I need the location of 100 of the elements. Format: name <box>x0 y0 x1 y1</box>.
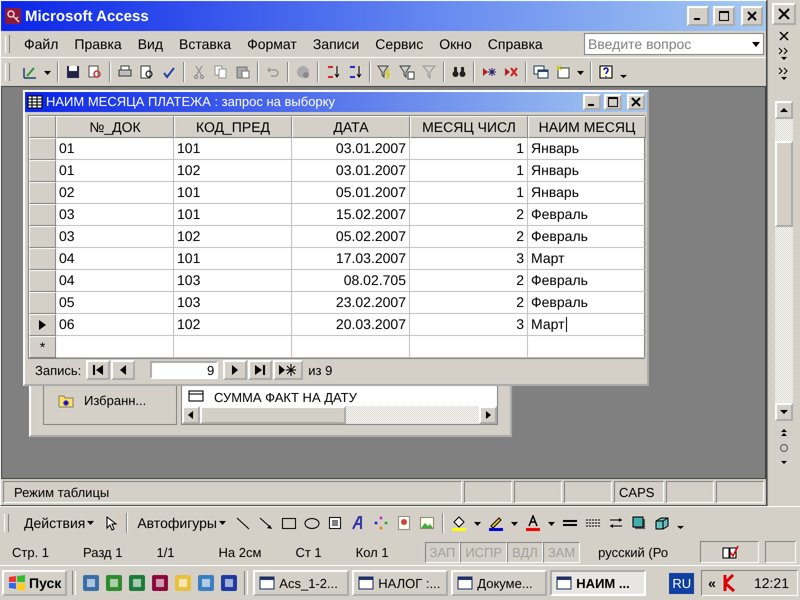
ellipse-icon[interactable] <box>304 515 320 531</box>
copy-icon[interactable] <box>213 64 229 80</box>
column-header[interactable]: №_ДОК <box>56 116 174 138</box>
funnel-form-icon[interactable] <box>399 64 415 80</box>
funnel-lightning-icon[interactable] <box>377 64 393 80</box>
chevron-icon[interactable] <box>778 47 790 61</box>
menu-item[interactable]: Формат <box>239 34 305 54</box>
fill-color-icon[interactable] <box>451 515 467 531</box>
maximize-button[interactable] <box>604 94 622 110</box>
app-icon[interactable] <box>81 573 102 593</box>
clipart-icon[interactable] <box>396 515 412 531</box>
arrow-icon[interactable] <box>258 515 274 531</box>
autoshapes-menu-button[interactable]: Автофигуры <box>135 513 228 533</box>
left-arrow-icon[interactable] <box>187 410 195 420</box>
windows-icon[interactable] <box>533 64 549 80</box>
minimize-icon <box>694 18 700 20</box>
app-icon[interactable] <box>219 573 240 593</box>
font-color-icon[interactable] <box>525 515 541 531</box>
chevron-icon[interactable] <box>778 67 790 81</box>
status-panel <box>464 481 512 503</box>
shadow-icon[interactable] <box>631 515 647 531</box>
right-arrow-icon[interactable] <box>484 410 492 420</box>
menu-item[interactable]: Вид <box>130 34 172 54</box>
empty-cell[interactable] <box>528 336 646 358</box>
book-check-icon <box>720 544 739 560</box>
table-cell: 03 <box>56 204 174 226</box>
binoculars-icon[interactable] <box>451 64 467 80</box>
print-preview-icon[interactable] <box>139 64 155 80</box>
arrow-style-icon[interactable] <box>608 515 624 531</box>
minimize-button[interactable] <box>583 94 601 110</box>
menu-item[interactable]: Окно <box>431 34 480 54</box>
taskbar-button[interactable]: Acs_1-2... <box>253 570 350 596</box>
k-shield-icon[interactable] <box>722 574 738 592</box>
down-arrow-icon[interactable] <box>779 408 790 416</box>
menu-item[interactable]: Справка <box>480 34 551 54</box>
column-header[interactable]: МЕСЯЦ ЧИСЛ <box>410 116 528 138</box>
menu-item[interactable]: Правка <box>66 34 130 54</box>
record-number-field[interactable]: 9 <box>150 361 218 380</box>
menu-item[interactable]: Сервис <box>367 34 432 54</box>
close-icon <box>778 8 790 20</box>
app-icon[interactable] <box>150 573 170 593</box>
start-button[interactable]: Пуск <box>2 570 68 596</box>
new-record-button[interactable] <box>273 360 304 380</box>
column-header[interactable]: КОД_ПРЕД <box>174 116 292 138</box>
status-panel <box>716 481 764 503</box>
up-arrow-icon[interactable] <box>779 106 790 114</box>
close-icon[interactable] <box>779 31 790 41</box>
empty-cell[interactable] <box>292 336 410 358</box>
app-icon[interactable] <box>196 573 216 593</box>
minimize-button[interactable] <box>687 6 710 26</box>
first-record-button[interactable] <box>86 360 110 380</box>
close-button[interactable] <box>772 3 796 25</box>
taskbar-button[interactable]: Докуме... <box>451 570 548 596</box>
sort-ascending-icon[interactable] <box>325 64 341 80</box>
app-icon[interactable] <box>127 573 148 593</box>
table-cell: 04 <box>56 248 174 270</box>
horizontal-scrollbar[interactable] <box>182 406 497 424</box>
image-icon[interactable] <box>419 515 435 531</box>
new-object-icon[interactable] <box>555 64 571 80</box>
cube-icon[interactable] <box>654 515 670 531</box>
close-button[interactable] <box>741 6 764 26</box>
next-record-button[interactable] <box>223 360 248 380</box>
vertical-scrollbar[interactable] <box>775 101 794 421</box>
row-selector[interactable]: * <box>29 336 56 358</box>
last-record-button[interactable] <box>248 360 272 380</box>
empty-cell[interactable] <box>174 336 292 358</box>
magnifier-icon[interactable] <box>87 64 103 80</box>
key-icon <box>5 8 21 24</box>
menu-item[interactable]: Вставка <box>171 34 240 54</box>
previous-page-icon[interactable] <box>779 427 790 437</box>
close-button[interactable] <box>627 94 645 110</box>
actions-menu-button[interactable]: Действия <box>22 513 96 533</box>
query-icon[interactable] <box>188 390 204 404</box>
browse-object-icon[interactable] <box>779 443 790 453</box>
list-item[interactable]: СУММА ФАКТ НА ДАТУ <box>214 390 357 404</box>
row-selector[interactable] <box>29 314 56 336</box>
taskbar-button[interactable]: НАЛОГ :... <box>352 570 448 596</box>
diagram-icon[interactable] <box>373 515 389 531</box>
question-field[interactable]: Введите вопрос <box>584 33 764 55</box>
menu-item[interactable]: Файл <box>16 34 66 54</box>
select-all-cell[interactable] <box>29 116 56 138</box>
group-label[interactable]: Избранн... <box>84 393 146 408</box>
taskbar-button[interactable]: НАИМ ... <box>550 570 646 596</box>
empty-cell[interactable] <box>410 336 528 358</box>
previous-record-button[interactable] <box>111 360 136 380</box>
clipboard-icon[interactable] <box>235 64 251 80</box>
line-icon[interactable] <box>235 515 251 531</box>
text-box-icon[interactable] <box>327 515 343 531</box>
maximize-button[interactable] <box>713 6 736 26</box>
sort-descending-icon[interactable] <box>347 64 363 80</box>
column-header[interactable]: НАИМ МЕСЯЦ <box>528 116 646 138</box>
show-hidden-icons-button[interactable]: « <box>708 575 716 591</box>
window-icon <box>358 575 374 591</box>
menu-item[interactable]: Записи <box>304 34 368 54</box>
rectangle-icon[interactable] <box>281 515 297 531</box>
column-header[interactable]: ДАТА <box>292 116 410 138</box>
help-icon[interactable] <box>598 64 614 80</box>
language-indicator[interactable]: RU <box>669 572 694 594</box>
app-icon[interactable] <box>104 573 124 593</box>
line-color-icon[interactable] <box>488 515 504 531</box>
